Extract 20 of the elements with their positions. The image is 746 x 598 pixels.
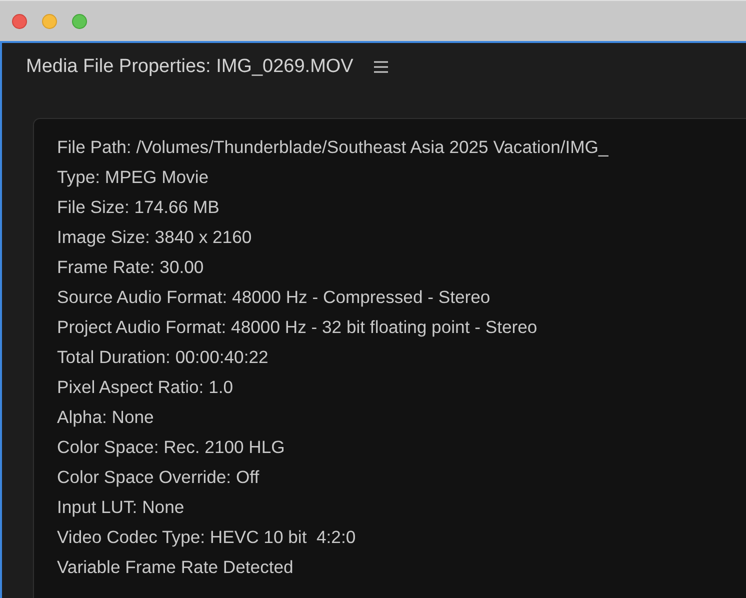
minimize-button[interactable] (42, 14, 57, 28)
property-line: Total Duration: 00:00:40:22 (57, 346, 270, 369)
close-button[interactable] (12, 14, 27, 28)
zoom-button[interactable] (72, 14, 87, 28)
property-line: Project Audio Format: 48000 Hz - 32 bit floating point - Stereo (57, 316, 538, 339)
property-line: Image Size: 3840 x 2160 (57, 226, 253, 249)
property-line: Variable Frame Rate Detected (57, 556, 294, 579)
property-line: Alpha: None (57, 406, 155, 429)
property-line: Type: MPEG Movie (57, 166, 210, 189)
property-line: Video Codec Type: HEVC 10 bit 4:2:0 (57, 526, 357, 549)
property-line: Input LUT: None (57, 496, 186, 519)
property-line: Source Audio Format: 48000 Hz - Compressed - Stereo (57, 286, 492, 309)
property-line: Pixel Aspect Ratio: 1.0 (57, 376, 234, 399)
property-line: Color Space: Rec. 2100 HLG (57, 436, 286, 459)
property-line: Frame Rate: 30.00 (57, 256, 205, 279)
menu-icon[interactable] (373, 60, 390, 74)
panel-title: Media File Properties: IMG_0269.MOV (26, 56, 354, 78)
property-line: File Path: /Volumes/Thunderblade/Southeast Asia 2025 Vacation/IMG_ (57, 136, 610, 159)
property-line: Color Space Override: Off (57, 466, 260, 489)
property-line: File Size: 174.66 MB (57, 196, 220, 219)
